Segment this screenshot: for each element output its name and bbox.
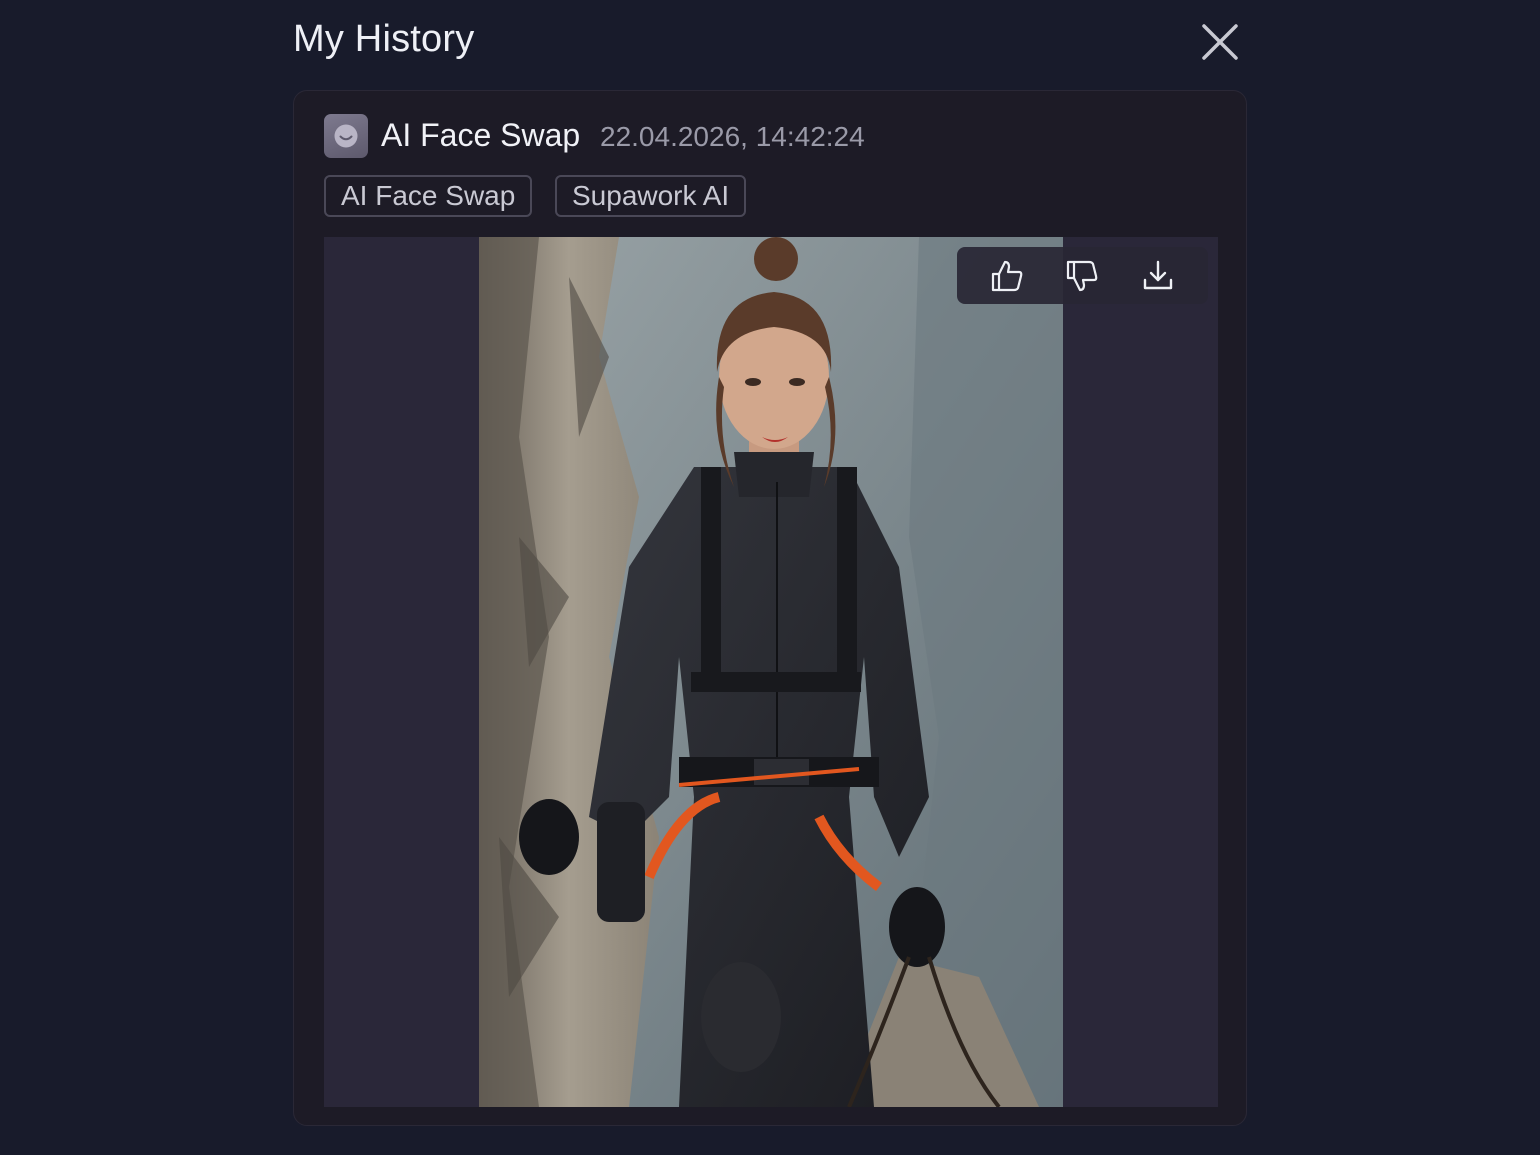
like-button[interactable] <box>983 252 1031 300</box>
close-icon <box>1202 24 1238 60</box>
download-button[interactable] <box>1134 252 1182 300</box>
smiley-icon <box>334 124 358 148</box>
image-action-bar <box>957 247 1208 304</box>
result-image-area <box>324 237 1218 1107</box>
result-image[interactable] <box>479 237 1063 1107</box>
tag-ai-face-swap[interactable]: AI Face Swap <box>324 175 533 217</box>
history-card: AI Face Swap 22.04.2026, 14:42:24 AI Fac… <box>293 90 1247 1126</box>
climber-photo <box>479 237 1063 1107</box>
download-icon <box>1143 260 1173 289</box>
tool-avatar <box>324 114 368 158</box>
timestamp: 22.04.2026, 14:42:24 <box>600 121 865 152</box>
close-button[interactable] <box>1196 18 1244 66</box>
thumbs-down-icon <box>1067 260 1098 291</box>
page-title: My History <box>293 18 475 60</box>
tool-name: AI Face Swap <box>381 117 581 153</box>
tag-supawork-ai[interactable]: Supawork AI <box>555 175 747 217</box>
dislike-button[interactable] <box>1058 252 1106 300</box>
thumbs-up-icon <box>991 260 1023 291</box>
